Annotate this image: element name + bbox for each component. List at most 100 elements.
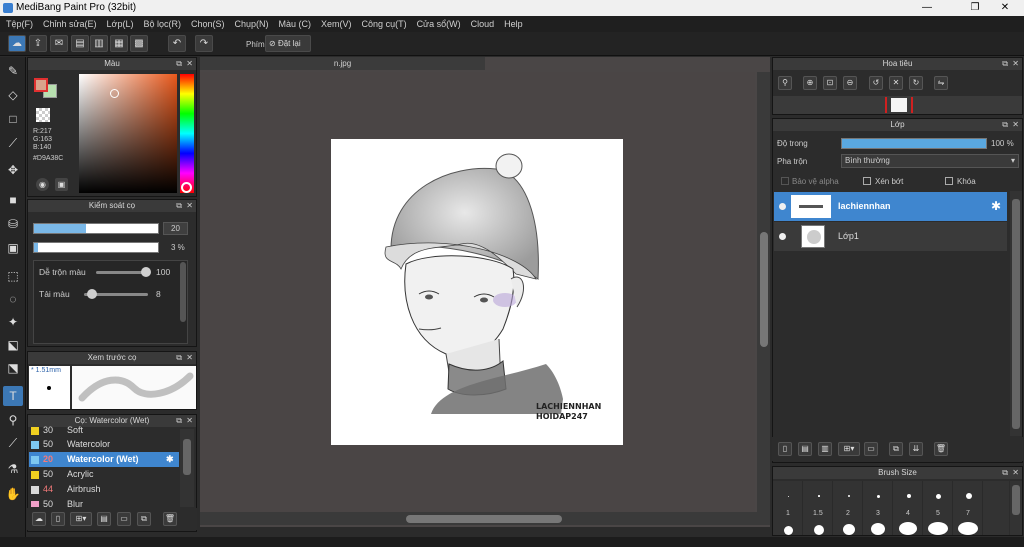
reset-rotate-icon[interactable]: ✕ [889, 76, 903, 90]
menu-cloud[interactable]: Cloud [471, 19, 495, 29]
reset-snap-button[interactable]: ⊘ Đặt lại [265, 35, 311, 52]
operation-tool-icon[interactable]: ⚲ [3, 410, 23, 430]
layer-row-selected[interactable]: lachiennhan ✱ [774, 192, 1007, 221]
magic-wand-tool-icon[interactable]: ✦ [3, 312, 23, 332]
lock-checkbox[interactable] [945, 177, 953, 185]
menu-file[interactable]: Tệp(F) [6, 19, 33, 29]
load-knob[interactable] [87, 289, 97, 299]
zoom-in-icon[interactable]: ⊕ [803, 76, 817, 90]
close-icon[interactable]: ✕ [186, 200, 193, 212]
undock-icon[interactable]: ⧉ [176, 352, 182, 364]
picker-cursor[interactable] [110, 89, 119, 98]
size-dot[interactable] [818, 495, 820, 497]
hue-slider[interactable] [180, 74, 194, 193]
brush-item-selected[interactable]: 20 Watercolor (Wet) ✱ [29, 452, 179, 467]
size-dot[interactable] [788, 496, 789, 497]
size-dot[interactable] [899, 522, 917, 535]
close-icon[interactable]: ✕ [1012, 119, 1019, 131]
new-layer-icon[interactable]: ▯ [778, 442, 792, 456]
undock-icon[interactable]: ⧉ [1002, 58, 1008, 70]
duplicate-layer-icon[interactable]: ⧉ [889, 442, 903, 456]
undo-icon[interactable]: ↶ [168, 35, 186, 52]
comment-icon[interactable]: ✉ [50, 35, 68, 52]
size-dot[interactable] [907, 494, 911, 498]
grid-icon[interactable]: ▦ [110, 35, 128, 52]
brush-item[interactable]: 44 Airbrush [29, 482, 179, 497]
cloud-brush-icon[interactable]: ☁ [32, 512, 46, 526]
hand-tool-icon[interactable]: ✋ [3, 484, 23, 504]
size-dot[interactable] [958, 522, 978, 535]
close-icon[interactable]: ✕ [1012, 467, 1019, 479]
trash-icon[interactable]: 🗑 [163, 512, 177, 526]
menu-view[interactable]: Xem(V) [321, 19, 352, 29]
protect-alpha-checkbox[interactable] [781, 177, 789, 185]
blend-mode-select[interactable]: Bình thường ▾ [841, 154, 1019, 168]
merge-layer-icon[interactable]: ⇊ [909, 442, 923, 456]
add-layer-menu-icon[interactable]: ⊞▾ [838, 442, 860, 456]
brush-opacity-slider[interactable] [33, 242, 159, 253]
undock-icon[interactable]: ⧉ [1002, 119, 1008, 131]
layer-folder-icon[interactable]: ▭ [864, 442, 878, 456]
hue-knob[interactable] [181, 182, 192, 193]
document-icon[interactable]: ▤ [71, 35, 89, 52]
size-dot[interactable] [848, 495, 850, 497]
menu-filter[interactable]: Bộ lọc(R) [143, 19, 181, 29]
brush-item[interactable]: 50 Watercolor [29, 437, 179, 452]
menu-layer[interactable]: Lớp(L) [107, 19, 134, 29]
brush-size-slider[interactable] [33, 223, 159, 234]
duplicate-icon[interactable]: ⧉ [137, 512, 151, 526]
restore-button[interactable]: ❐ [962, 0, 988, 16]
primary-color-swatch[interactable] [34, 78, 48, 92]
vertical-scroll-thumb[interactable] [760, 232, 768, 347]
close-icon[interactable]: ✕ [186, 415, 193, 427]
lasso-tool-icon[interactable]: ◌ [3, 289, 23, 309]
text-tool-icon[interactable]: T [3, 386, 23, 406]
brush-item[interactable]: 50 Acrylic [29, 467, 179, 482]
divide-tool-icon[interactable]: ⟋ [3, 433, 23, 453]
select-rect-tool-icon[interactable]: ⬚ [3, 266, 23, 286]
fit-icon[interactable]: ⊡ [823, 76, 837, 90]
transparent-swatch[interactable] [36, 108, 50, 122]
rotate-left-icon[interactable]: ↺ [869, 76, 883, 90]
color-settings-icon[interactable]: ▣ [55, 178, 68, 191]
brush-size-grid[interactable]: 1 1.5 2 3 4 5 7 [773, 481, 1009, 535]
horizontal-scrollbar[interactable] [200, 512, 770, 525]
undock-icon[interactable]: ⧉ [1002, 467, 1008, 479]
brush-settings-gear-icon[interactable]: ✱ [166, 452, 174, 467]
dot-tool-icon[interactable]: ⟋ [3, 133, 23, 153]
close-icon[interactable]: ✕ [1012, 58, 1019, 70]
brush-doc-icon[interactable]: ▤ [97, 512, 111, 526]
eyedropper-tool-icon[interactable]: ⚗ [3, 459, 23, 479]
menu-window[interactable]: Cửa sổ(W) [417, 19, 461, 29]
eraser-tool-icon[interactable]: ◇ [3, 85, 23, 105]
undock-icon[interactable]: ⧉ [176, 58, 182, 70]
zoom-out-icon[interactable]: ⊖ [843, 76, 857, 90]
layer-row[interactable]: Lớp1 [774, 222, 1007, 251]
gradient-tool-icon[interactable]: ▣ [3, 238, 23, 258]
layer-opacity-slider[interactable] [841, 138, 987, 149]
tiles-icon[interactable]: ▩ [130, 35, 148, 52]
size-dot[interactable] [928, 522, 948, 535]
brush-size-value[interactable]: 20 [163, 222, 188, 235]
close-icon[interactable]: ✕ [186, 352, 193, 364]
canvas-tab[interactable]: n.jpg [200, 57, 485, 70]
minimize-button[interactable]: — [914, 0, 940, 16]
rotate-right-icon[interactable]: ↻ [909, 76, 923, 90]
delete-layer-icon[interactable]: 🗑 [934, 442, 948, 456]
artwork-canvas[interactable]: LACHIENNHAN HOIDAP247 [331, 139, 623, 445]
visibility-icon[interactable] [779, 203, 786, 210]
menu-help[interactable]: Help [504, 19, 523, 29]
horizontal-scroll-thumb[interactable] [406, 515, 562, 523]
mix-knob[interactable] [141, 267, 151, 277]
size-dot[interactable] [814, 525, 824, 535]
brush-size-scrollbar[interactable] [1010, 481, 1022, 535]
close-icon[interactable]: ✕ [186, 58, 193, 70]
select-pen-tool-icon[interactable]: ⬕ [3, 335, 23, 355]
brush-item[interactable]: 50 Blur [29, 497, 179, 507]
bucket-tool-icon[interactable]: ⛁ [3, 214, 23, 234]
notes-icon[interactable]: ▥ [90, 35, 108, 52]
size-dot[interactable] [871, 523, 885, 535]
size-dot[interactable] [936, 494, 941, 499]
zoom-icon[interactable]: ⚲ [778, 76, 792, 90]
new-8bit-layer-icon[interactable]: ▥ [818, 442, 832, 456]
